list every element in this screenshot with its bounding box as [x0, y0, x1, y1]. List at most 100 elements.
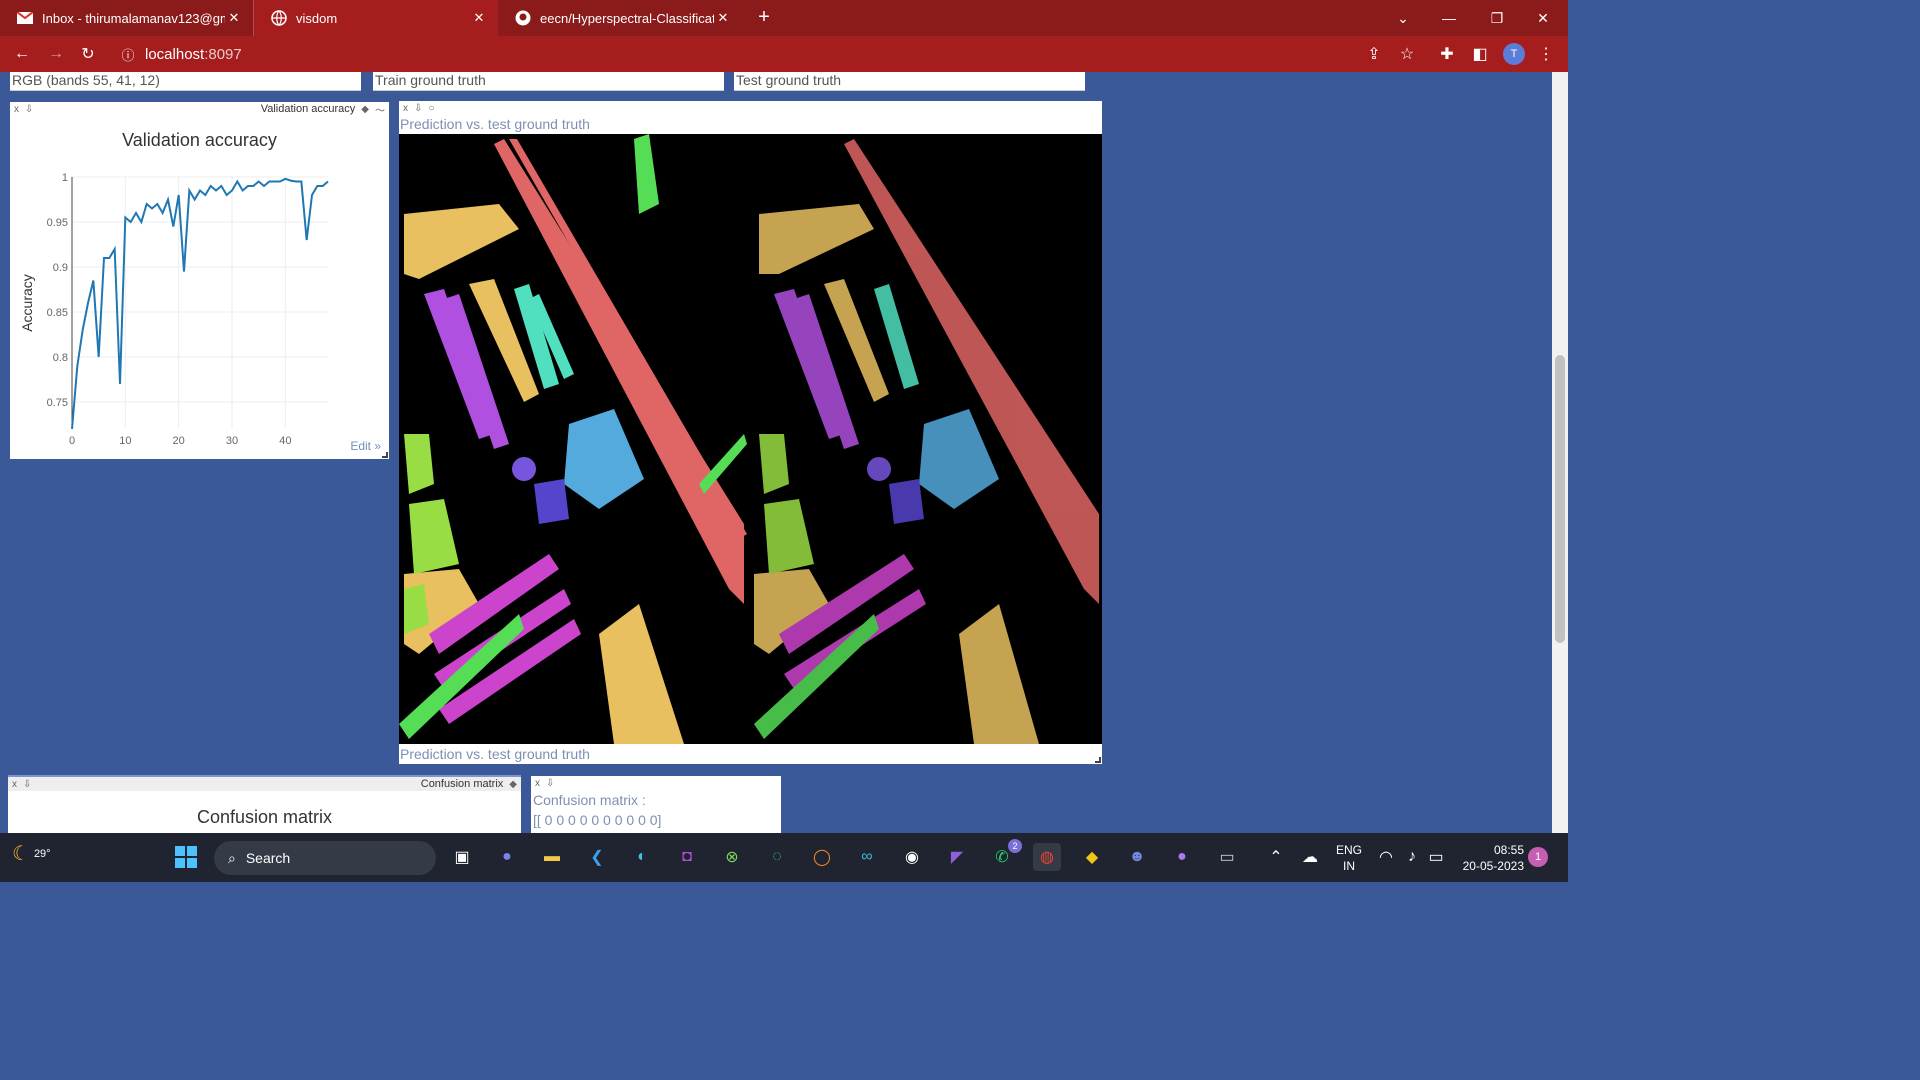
browser-title-bar: Inbox - thirumalamanav123@gm ✕ visdom ✕ … — [0, 0, 1568, 36]
terminal-icon[interactable]: ▭ — [1213, 843, 1241, 871]
url-host: localhost — [145, 46, 205, 63]
visual-studio-icon[interactable]: ◤ — [943, 843, 971, 871]
address-bar[interactable]: localhost:8097 — [145, 46, 242, 63]
discord-icon[interactable]: ☻ — [1123, 843, 1151, 871]
y-axis-label: Accuracy — [19, 274, 35, 332]
pane-train-gt-caption: Train ground truth — [373, 72, 724, 91]
url-port: :8097 — [204, 46, 242, 63]
smooth-icon[interactable]: 〜 — [375, 102, 385, 117]
notification-count-badge[interactable]: 1 — [1528, 847, 1548, 867]
tab-title: Inbox - thirumalamanav123@gm — [42, 10, 225, 26]
x-tick-label: 20 — [173, 435, 185, 447]
x-tick-label: 10 — [119, 435, 131, 447]
chrome-icon[interactable]: ◍ — [1033, 843, 1061, 871]
search-icon: ⌕ — [228, 849, 236, 866]
camera-app-icon[interactable]: ◘ — [673, 843, 701, 871]
pane-header: x ⇩ Validation accuracy ◆ 〜 — [10, 102, 389, 117]
battery-icon[interactable]: ▭ — [1422, 843, 1450, 871]
pane-header-title: Confusion matrix — [420, 778, 504, 790]
close-tab-icon[interactable]: ✕ — [225, 10, 243, 26]
menu-icon[interactable]: ⋮ — [1532, 40, 1560, 68]
close-pane-icon[interactable]: x — [535, 778, 540, 789]
teams-chat-icon[interactable]: ● — [493, 843, 521, 871]
whatsapp-badge: 2 — [1008, 839, 1022, 853]
restore-button[interactable]: ❐ — [1474, 0, 1520, 36]
git-icon[interactable]: ◆ — [1078, 843, 1106, 871]
tab-title: visdom — [296, 10, 338, 26]
jupyter-icon[interactable]: ◯ — [808, 843, 836, 871]
save-pane-icon[interactable]: ⇩ — [23, 779, 31, 790]
tab-github[interactable]: eecn/Hyperspectral-Classification ✕ — [498, 0, 742, 36]
close-pane-icon[interactable]: x — [14, 104, 19, 115]
tab-gmail[interactable]: Inbox - thirumalamanav123@gm ✕ — [0, 0, 254, 36]
confusion-matrix-pane[interactable]: x ⇩ Confusion matrix ◆ Confusion matrix — [8, 775, 521, 833]
tab-visdom[interactable]: visdom ✕ — [254, 0, 498, 36]
reload-icon[interactable]: ↻ — [74, 40, 102, 68]
tab-search-icon[interactable]: ⌄ — [1380, 0, 1426, 36]
close-tab-icon[interactable]: ✕ — [714, 10, 732, 26]
close-window-button[interactable]: ✕ — [1520, 0, 1566, 36]
github-desktop-icon[interactable]: ● — [1168, 843, 1196, 871]
edge-icon[interactable]: ◐ — [628, 843, 656, 871]
wifi-icon[interactable]: ◠ — [1372, 843, 1400, 871]
site-info-icon[interactable]: ⓘ — [114, 40, 142, 68]
save-pane-icon[interactable]: ⇩ — [546, 778, 554, 789]
notion-like-icon[interactable]: ◉ — [898, 843, 926, 871]
scrollbar-thumb[interactable] — [1555, 355, 1565, 643]
share-icon[interactable]: ⇪ — [1360, 40, 1388, 68]
minimize-button[interactable]: — — [1426, 0, 1472, 36]
save-pane-icon[interactable]: ⇩ — [414, 103, 422, 114]
file-explorer-icon[interactable]: ▬ — [538, 843, 566, 871]
extensions-icon[interactable]: ✚ — [1433, 40, 1461, 68]
windows-start-icon[interactable] — [172, 843, 200, 871]
page-scrollbar[interactable] — [1552, 72, 1568, 833]
confusion-matrix-text-pane[interactable]: x ⇩ Confusion matrix : [[ 0 0 0 0 0 0 0 … — [531, 776, 781, 833]
pane-header: x ⇩ ○ — [399, 101, 1102, 115]
taskbar-search[interactable]: ⌕ Search — [214, 841, 436, 875]
y-tick-label: 0.75 — [47, 397, 68, 409]
close-tab-icon[interactable]: ✕ — [470, 10, 488, 26]
back-icon[interactable]: ← — [8, 40, 36, 68]
clock-date: 20-05-2023 — [1462, 859, 1524, 873]
new-tab-button[interactable]: + — [752, 6, 776, 30]
pane-caption-bottom: Prediction vs. test ground truth — [400, 746, 590, 762]
pane-header: x ⇩ Confusion matrix ◆ — [8, 777, 521, 791]
tab-title: eecn/Hyperspectral-Classification — [540, 10, 714, 26]
tag-icon[interactable]: ◆ — [509, 779, 517, 790]
weather-temperature: 29° — [33, 847, 51, 860]
pane-header: x ⇩ — [531, 776, 781, 790]
accuracy-line-chart: 0.750.80.850.90.951010203040EpochsAccura… — [19, 172, 329, 447]
resize-handle[interactable] — [1095, 757, 1101, 763]
tag-icon[interactable]: ◆ — [361, 104, 369, 115]
vscode-icon[interactable]: ❮ — [583, 843, 611, 871]
edit-chart-link[interactable]: Edit » — [350, 439, 381, 453]
validation-accuracy-pane[interactable]: x ⇩ Validation accuracy ◆ 〜 Validation a… — [10, 102, 389, 459]
show-hidden-icons-chevron-icon[interactable]: ⌃ — [1262, 843, 1290, 871]
x-tick-label: 40 — [279, 435, 291, 447]
search-placeholder: Search — [245, 850, 291, 866]
onedrive-cloud-icon[interactable]: ☁ — [1296, 843, 1324, 871]
side-panel-icon[interactable]: ◧ — [1466, 40, 1494, 68]
bookmark-star-icon[interactable]: ☆ — [1393, 40, 1421, 68]
profile-avatar[interactable]: T — [1503, 43, 1525, 65]
system-clock[interactable]: 08:55 20-05-2023 — [1463, 842, 1524, 874]
language-region: IN — [1343, 859, 1355, 873]
whatsapp-icon[interactable]: ✆ 2 — [988, 839, 1022, 871]
reset-pane-icon[interactable]: ○ — [428, 103, 434, 114]
prediction-pane[interactable]: x ⇩ ○ Prediction vs. test ground truth P… — [399, 101, 1102, 764]
arduino-icon[interactable]: ∞ — [853, 843, 881, 871]
close-pane-icon[interactable]: x — [403, 103, 408, 114]
xbox-icon[interactable]: ⊗ — [718, 843, 746, 871]
close-pane-icon[interactable]: x — [12, 779, 17, 790]
spinner-app-icon[interactable]: ◌ — [763, 843, 791, 871]
y-tick-label: 0.9 — [53, 262, 68, 274]
task-view-icon[interactable]: ▣ — [448, 843, 476, 871]
resize-handle[interactable] — [382, 452, 388, 458]
x-tick-label: 0 — [69, 435, 75, 447]
save-pane-icon[interactable]: ⇩ — [25, 104, 33, 115]
forward-icon[interactable]: → — [42, 40, 70, 68]
accuracy-series-line — [71, 177, 329, 430]
weather-widget[interactable]: ☾ 29° — [12, 841, 51, 866]
language-indicator[interactable]: ENG IN — [1336, 842, 1362, 874]
pane-caption-top: Prediction vs. test ground truth — [400, 116, 590, 132]
